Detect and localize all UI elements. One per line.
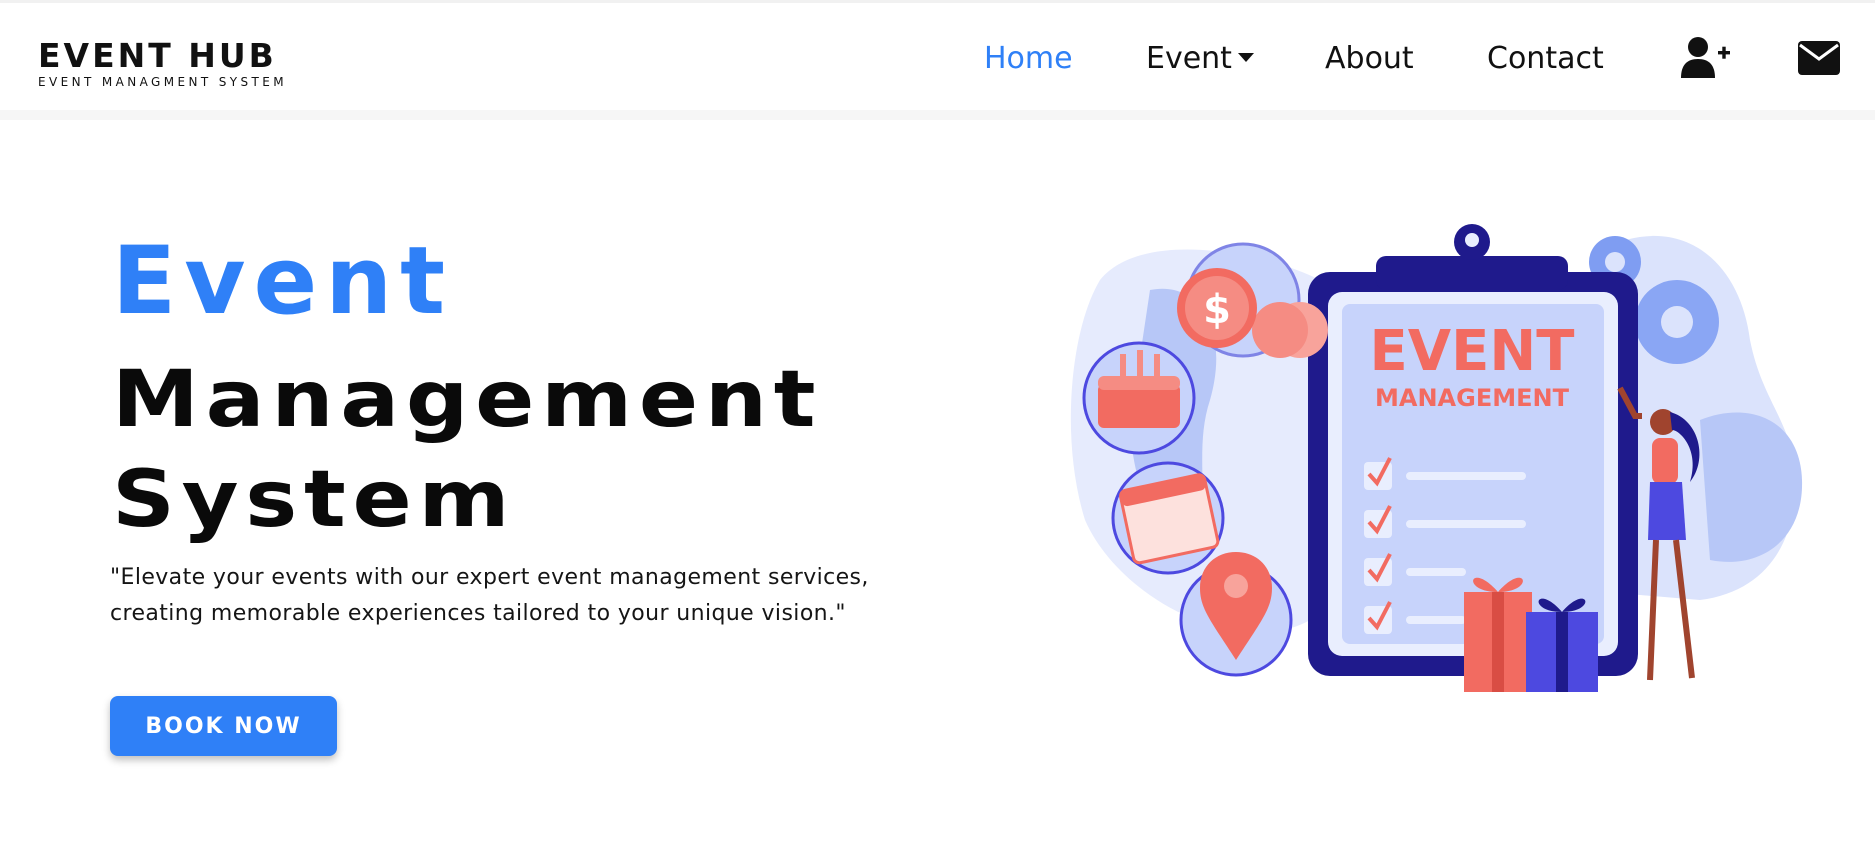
- navbar-divider: [0, 110, 1875, 120]
- calendar-icon: [1111, 461, 1225, 575]
- nav-link-about[interactable]: About: [1325, 39, 1414, 79]
- user-plus-icon[interactable]: [1680, 35, 1732, 79]
- brand-title: EVENT HUB: [38, 36, 277, 75]
- hero-tagline-line-1: "Elevate your events with our expert eve…: [110, 565, 869, 590]
- background-blob: [1700, 412, 1803, 562]
- hero-tagline-line-2: creating memorable experiences tailored …: [110, 601, 846, 626]
- hero-title-management: Management: [112, 355, 823, 445]
- nav-link-event-dropdown[interactable]: Event: [1146, 39, 1254, 79]
- cake-icon: [1082, 341, 1196, 455]
- clipboard-title: EVENT: [1370, 319, 1575, 384]
- top-navbar: EVENT HUB EVENT MANAGMENT SYSTEM Home Ev…: [0, 0, 1875, 110]
- event-management-illustration: EVENT MANAGEMENT $: [1060, 220, 1810, 700]
- coin-symbol: $: [1203, 287, 1231, 333]
- nav-link-home[interactable]: Home: [984, 39, 1073, 79]
- book-now-button[interactable]: BOOK NOW: [110, 696, 337, 756]
- nav-link-event-label: Event: [1146, 41, 1232, 76]
- clipboard-subtitle: MANAGEMENT: [1375, 384, 1570, 412]
- envelope-icon[interactable]: [1798, 41, 1840, 75]
- caret-down-icon: [1237, 53, 1254, 62]
- hero-tagline: "Elevate your events with our expert eve…: [110, 560, 910, 632]
- brand-subtitle: EVENT MANAGMENT SYSTEM: [38, 75, 288, 89]
- brand-logo[interactable]: EVENT HUB EVENT MANAGMENT SYSTEM: [38, 36, 288, 90]
- nav-link-contact[interactable]: Contact: [1487, 39, 1604, 79]
- hero-title-system: System: [112, 455, 517, 545]
- hero-title-event: Event: [112, 227, 454, 336]
